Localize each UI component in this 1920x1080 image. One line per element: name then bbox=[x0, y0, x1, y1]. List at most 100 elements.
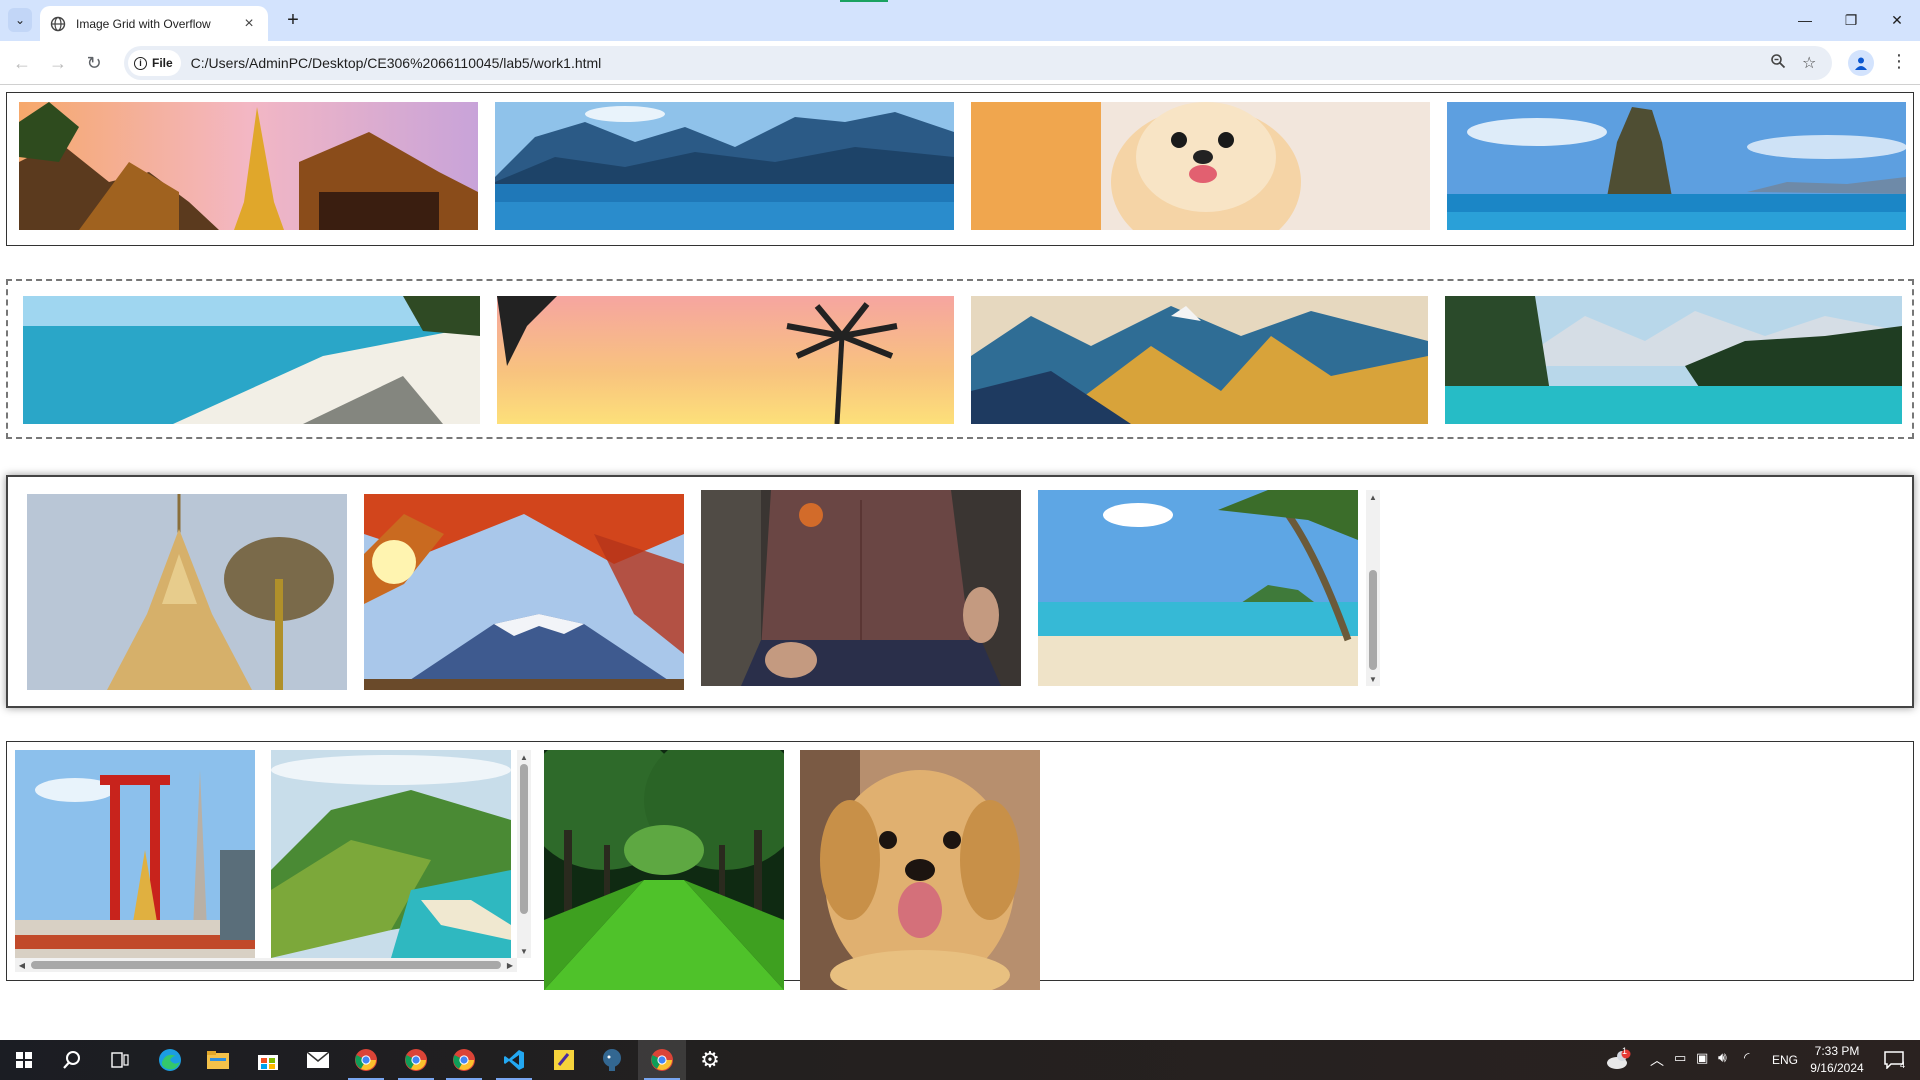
show-hidden-icons-icon[interactable]: ︿ bbox=[1650, 1050, 1664, 1070]
minimize-button[interactable]: — bbox=[1782, 8, 1828, 32]
scroll-right-arrow-icon[interactable]: ▶ bbox=[503, 958, 517, 972]
taskbar-sticky[interactable] bbox=[540, 1040, 588, 1080]
mail-icon bbox=[307, 1052, 329, 1068]
page-content: ▲ ▼ ▲ ▼ ◀ ▶ bbox=[0, 86, 1920, 1040]
scrollbar-thumb[interactable] bbox=[31, 961, 501, 969]
image-giant-swing-temple bbox=[15, 750, 255, 958]
taskbar-store[interactable] bbox=[244, 1040, 292, 1080]
scroll-left-arrow-icon[interactable]: ◀ bbox=[15, 958, 29, 972]
windows-taskbar: ⚙ 1 ︿ ▭ ▣ 🔊︎ ◜ ENG 7:33 PM 9/16/2024 4 bbox=[0, 1040, 1920, 1080]
scrollbar-thumb[interactable] bbox=[1369, 570, 1377, 670]
taskbar-chrome-3[interactable] bbox=[440, 1040, 488, 1080]
clock-date[interactable]: 9/16/2024 bbox=[1808, 1061, 1866, 1075]
tab-title: Image Grid with Overflow bbox=[76, 16, 211, 31]
tab-search-button[interactable]: ⌄ bbox=[8, 8, 32, 32]
taskbar-vscode[interactable] bbox=[490, 1040, 538, 1080]
postgres-icon bbox=[603, 1049, 621, 1071]
address-bar[interactable]: i File C:/Users/AdminPC/Desktop/CE306%20… bbox=[124, 46, 1832, 80]
image-turquoise-lake bbox=[1445, 296, 1902, 424]
close-tab-icon[interactable]: × bbox=[240, 15, 258, 33]
arrow-right-icon: → bbox=[49, 52, 67, 73]
chrome-icon bbox=[651, 1049, 673, 1071]
tab-strip: ⌄ Image Grid with Overflow × + — ❐ ✕ bbox=[0, 0, 1920, 41]
taskbar-mail[interactable] bbox=[294, 1040, 342, 1080]
tab-strip-accent bbox=[840, 0, 888, 2]
weather-icon bbox=[1607, 1049, 1631, 1069]
arrow-left-icon: ← bbox=[13, 52, 31, 73]
forward-button[interactable]: → bbox=[46, 51, 70, 75]
image-mountain-lake bbox=[495, 102, 954, 230]
task-view-button[interactable] bbox=[96, 1040, 144, 1080]
zoom-icon[interactable] bbox=[1770, 53, 1786, 74]
scroll-up-arrow-icon[interactable]: ▲ bbox=[517, 750, 531, 764]
settings-icon: ⚙ bbox=[700, 1047, 720, 1072]
image-tropical-beach-palm bbox=[1038, 490, 1358, 686]
image-golden-retriever-puppy bbox=[800, 750, 1040, 990]
globe-icon bbox=[50, 16, 66, 31]
scroll-down-arrow-icon[interactable]: ▼ bbox=[517, 944, 531, 958]
meet-icon[interactable]: ▣ bbox=[1696, 1050, 1708, 1066]
more-menu-icon[interactable]: ⋮ bbox=[1890, 51, 1908, 72]
file-explorer-icon bbox=[207, 1051, 229, 1069]
plus-icon: + bbox=[287, 8, 299, 31]
info-icon: i bbox=[134, 56, 147, 70]
image-row-3: ▲ ▼ bbox=[6, 475, 1914, 708]
notification-count: 4 bbox=[1900, 1060, 1906, 1070]
row-3-vertical-scrollbar[interactable]: ▲ ▼ bbox=[1366, 490, 1380, 686]
browser-toolbar: ← → ↻ i File C:/Users/AdminPC/Desktop/CE… bbox=[0, 41, 1920, 85]
image-palm-sunset bbox=[497, 296, 954, 424]
site-info-chip[interactable]: i File bbox=[128, 50, 181, 76]
taskbar-postgres[interactable] bbox=[588, 1040, 636, 1080]
taskbar-chrome-1[interactable] bbox=[342, 1040, 390, 1080]
taskbar-chrome-2[interactable] bbox=[392, 1040, 440, 1080]
wifi-icon[interactable]: ◜ bbox=[1744, 1049, 1749, 1066]
image-golden-pagoda bbox=[27, 494, 347, 690]
image-row-2 bbox=[6, 279, 1914, 439]
image-temple-sunset bbox=[19, 102, 478, 230]
url-text[interactable]: C:/Users/AdminPC/Desktop/CE306%206611004… bbox=[191, 55, 602, 71]
profile-avatar[interactable] bbox=[1848, 50, 1874, 76]
scroll-up-arrow-icon[interactable]: ▲ bbox=[1366, 490, 1380, 504]
close-window-button[interactable]: ✕ bbox=[1874, 8, 1920, 32]
language-indicator[interactable]: ENG bbox=[1772, 1053, 1798, 1067]
battery-icon[interactable]: ▭ bbox=[1674, 1050, 1686, 1066]
image-green-island bbox=[271, 750, 511, 958]
clock-time[interactable]: 7:33 PM bbox=[1812, 1044, 1862, 1058]
volume-icon[interactable]: 🔊︎ bbox=[1718, 1049, 1727, 1066]
taskbar-edge[interactable] bbox=[146, 1040, 194, 1080]
image-row-4: ▲ ▼ ◀ ▶ bbox=[6, 741, 1914, 990]
restore-button[interactable]: ❐ bbox=[1828, 8, 1874, 32]
image-tree-avenue bbox=[544, 750, 784, 990]
row-4-horizontal-scrollbar[interactable]: ◀ ▶ bbox=[15, 958, 517, 972]
image-white-sand-beach bbox=[23, 296, 480, 424]
task-view-icon bbox=[111, 1052, 129, 1068]
chevron-down-icon: ⌄ bbox=[14, 13, 26, 27]
image-painted-mountains bbox=[971, 296, 1428, 424]
start-button[interactable] bbox=[0, 1040, 48, 1080]
scrollbar-thumb[interactable] bbox=[520, 764, 528, 914]
bookmark-star-icon[interactable]: ☆ bbox=[1802, 53, 1816, 73]
row-4-vertical-scrollbar[interactable]: ▲ ▼ bbox=[517, 750, 531, 958]
image-limestone-island-sea bbox=[1447, 102, 1906, 230]
taskbar-search-button[interactable] bbox=[48, 1040, 96, 1080]
close-icon: ✕ bbox=[1891, 11, 1903, 28]
taskbar-chrome-active[interactable] bbox=[638, 1040, 686, 1080]
search-icon bbox=[63, 1051, 80, 1069]
scroll-down-arrow-icon[interactable]: ▼ bbox=[1366, 672, 1380, 686]
back-button[interactable]: ← bbox=[10, 51, 34, 75]
chrome-icon bbox=[405, 1049, 427, 1071]
taskbar-settings[interactable]: ⚙ bbox=[686, 1040, 734, 1080]
chrome-icon bbox=[453, 1049, 475, 1071]
image-row-1 bbox=[6, 92, 1914, 246]
weather-widget[interactable]: 1 bbox=[1594, 1040, 1642, 1080]
reload-button[interactable]: ↻ bbox=[82, 51, 106, 75]
vscode-icon bbox=[504, 1050, 524, 1070]
active-tab[interactable]: Image Grid with Overflow × bbox=[40, 6, 268, 41]
new-tab-button[interactable]: + bbox=[281, 8, 305, 32]
sticky-icon bbox=[554, 1050, 574, 1070]
restore-icon: ❐ bbox=[1844, 11, 1858, 28]
chrome-icon bbox=[355, 1049, 377, 1071]
taskbar-file-explorer[interactable] bbox=[194, 1040, 242, 1080]
image-pomeranian-dog bbox=[971, 102, 1430, 230]
notification-center-button[interactable]: 4 bbox=[1870, 1040, 1918, 1080]
